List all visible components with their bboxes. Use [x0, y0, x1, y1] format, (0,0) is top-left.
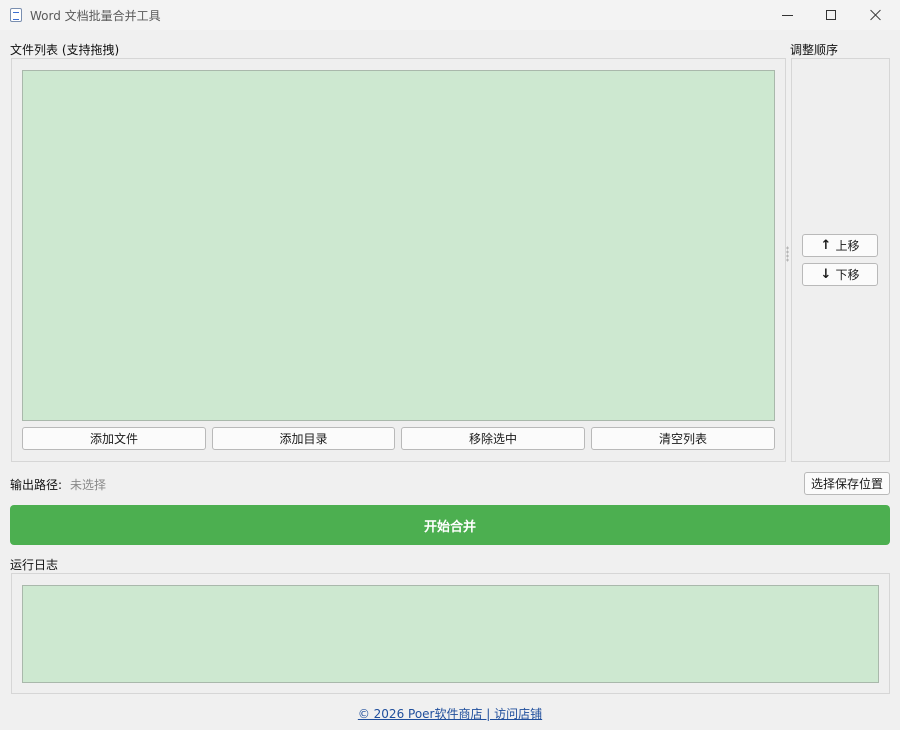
- log-box[interactable]: [22, 585, 879, 683]
- start-merge-button[interactable]: 开始合并: [10, 505, 890, 545]
- close-icon: [870, 9, 882, 21]
- order-label: 调整顺序: [790, 43, 839, 57]
- footer-store-link[interactable]: © 2026 Poer软件商店 | 访问店铺: [0, 705, 900, 722]
- move-down-button[interactable]: ↓ 下移: [802, 263, 878, 286]
- log-label: 运行日志: [10, 558, 59, 572]
- window-title: Word 文档批量合并工具: [30, 9, 161, 23]
- file-list-frame: 添加文件 添加目录 移除选中 清空列表: [11, 58, 786, 462]
- output-path-label: 输出路径:: [10, 478, 63, 492]
- add-directory-button[interactable]: 添加目录: [212, 427, 395, 450]
- output-path-value: 未选择: [70, 478, 107, 492]
- order-frame: ↑ 上移 ↓ 下移: [791, 58, 890, 462]
- file-list-box[interactable]: [22, 70, 775, 421]
- splitter-handle[interactable]: [786, 246, 789, 262]
- arrow-down-icon: ↓: [820, 267, 832, 282]
- choose-save-location-button[interactable]: 选择保存位置: [804, 472, 890, 495]
- minimize-button[interactable]: [764, 0, 810, 30]
- close-button[interactable]: [853, 0, 899, 30]
- word-document-icon: [10, 8, 22, 22]
- minimize-icon: [781, 14, 793, 16]
- move-up-label: 上移: [835, 239, 860, 253]
- file-list-label: 文件列表 (支持拖拽): [10, 43, 120, 57]
- move-up-button[interactable]: ↑ 上移: [802, 234, 878, 257]
- title-bar: Word 文档批量合并工具: [0, 0, 900, 30]
- add-file-button[interactable]: 添加文件: [22, 427, 206, 450]
- maximize-button[interactable]: [808, 0, 854, 30]
- log-frame: [11, 573, 890, 694]
- maximize-icon: [826, 10, 836, 20]
- remove-selected-button[interactable]: 移除选中: [401, 427, 585, 450]
- clear-list-button[interactable]: 清空列表: [591, 427, 775, 450]
- move-down-label: 下移: [835, 268, 860, 282]
- arrow-up-icon: ↑: [820, 238, 832, 253]
